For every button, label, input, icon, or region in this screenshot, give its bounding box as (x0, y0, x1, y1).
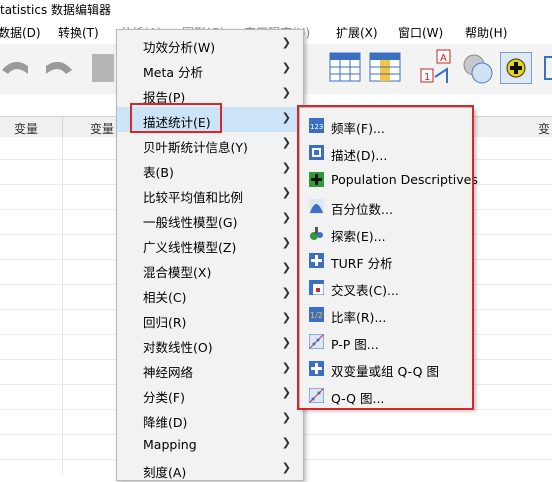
use-sets-icon[interactable] (462, 52, 494, 84)
svg-text:A: A (440, 53, 447, 64)
search-icon[interactable] (544, 56, 552, 80)
menu-extensions[interactable]: 扩展(X) (336, 24, 378, 41)
menu-item-scale[interactable]: 刻度(A) ❯ (117, 457, 303, 482)
menu-help[interactable]: 帮助(H) (465, 24, 507, 41)
menu-item-general-linear-model[interactable]: 一般线性模型(G) ❯ (117, 207, 303, 232)
analyze-menu: 功效分析(W) ❯ Meta 分析 ❯ 报告(P) ❯ 描述统计(E) ❯ 贝叶… (116, 29, 304, 481)
menu-item-generalized-linear-models[interactable]: 广义线性模型(Z) ❯ (117, 232, 303, 257)
spell-check-button[interactable] (500, 52, 532, 84)
chevron-right-icon: ❯ (281, 186, 291, 199)
chevron-right-icon: ❯ (281, 411, 291, 424)
chevron-right-icon: ❯ (281, 386, 291, 399)
menu-item-tables[interactable]: 表(B) ❯ (117, 157, 303, 182)
menu-transform[interactable]: 转换(T) (58, 24, 99, 41)
add-circle-icon (506, 58, 526, 78)
menu-item-correlate[interactable]: 相关(C) ❯ (117, 282, 303, 307)
menu-data[interactable]: 数据(D) (0, 24, 41, 41)
column-header[interactable]: 变 (538, 120, 550, 137)
chevron-right-icon: ❯ (281, 211, 291, 224)
highlight-box-submenu (297, 105, 474, 410)
column-header[interactable]: 变量 (14, 120, 38, 137)
menu-item-mapping[interactable]: Mapping ❯ (117, 432, 303, 457)
chevron-right-icon: ❯ (281, 311, 291, 324)
column-header[interactable]: 变量 (90, 120, 114, 137)
menu-item-neural-networks[interactable]: 神经网络 ❯ (117, 357, 303, 382)
menu-item-bayesian-statistics[interactable]: 贝叶斯统计信息(Y) ❯ (117, 132, 303, 157)
menu-item-power-analysis[interactable]: 功效分析(W) ❯ (117, 32, 303, 57)
chevron-right-icon: ❯ (281, 36, 291, 49)
chevron-right-icon: ❯ (281, 111, 291, 124)
chevron-right-icon: ❯ (281, 436, 291, 449)
value-labels-icon[interactable]: A 1 (419, 49, 457, 85)
variables-grid-icon[interactable] (329, 52, 361, 82)
menu-window[interactable]: 窗口(W) (398, 24, 443, 41)
chevron-right-icon: ❯ (281, 236, 291, 249)
menu-item-meta-analysis[interactable]: Meta 分析 ❯ (117, 57, 303, 82)
title-bar: tatistics 数据编辑器 (0, 0, 552, 18)
menu-item-regression[interactable]: 回归(R) ❯ (117, 307, 303, 332)
menu-item-dimension-reduction[interactable]: 降维(D) ❯ (117, 407, 303, 432)
undo-icon[interactable] (0, 54, 32, 80)
cases-grid-icon[interactable] (369, 52, 401, 82)
chevron-right-icon: ❯ (281, 361, 291, 374)
svg-text:1: 1 (424, 72, 430, 83)
menu-item-loglinear[interactable]: 对数线性(O) ❯ (117, 332, 303, 357)
goto-case-icon[interactable] (92, 54, 114, 82)
menu-item-mixed-models[interactable]: 混合模型(X) ❯ (117, 257, 303, 282)
chevron-right-icon: ❯ (281, 261, 291, 274)
highlight-box-descriptive (130, 103, 222, 133)
chevron-right-icon: ❯ (281, 86, 291, 99)
chevron-right-icon: ❯ (281, 161, 291, 174)
chevron-right-icon: ❯ (281, 61, 291, 74)
window-title: tatistics 数据编辑器 (0, 3, 112, 17)
redo-icon[interactable] (40, 54, 74, 80)
chevron-right-icon: ❯ (281, 461, 291, 474)
menu-item-compare-means[interactable]: 比较平均值和比例 ❯ (117, 182, 303, 207)
menu-item-classify[interactable]: 分类(F) ❯ (117, 382, 303, 407)
chevron-right-icon: ❯ (281, 286, 291, 299)
chevron-right-icon: ❯ (281, 136, 291, 149)
chevron-right-icon: ❯ (281, 336, 291, 349)
